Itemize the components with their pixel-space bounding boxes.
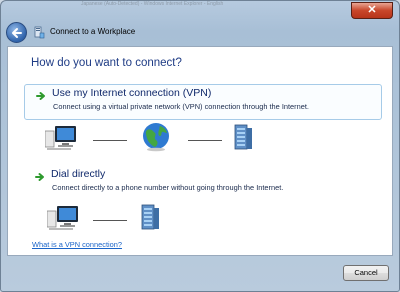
title-bar: Connect to a Workplace xyxy=(5,21,395,45)
caption-buttons: ✕ xyxy=(351,2,393,19)
content-panel: How do you want to connect? Use my Inter… xyxy=(7,46,393,256)
dialog-footer: Cancel xyxy=(7,257,393,287)
cancel-button[interactable]: Cancel xyxy=(343,265,389,281)
vpn-diagram xyxy=(8,122,394,152)
option-dial-description: Connect directly to a phone number witho… xyxy=(52,183,284,192)
globe-icon xyxy=(143,123,169,152)
computer-icon xyxy=(47,206,78,230)
window-title: Connect to a Workplace xyxy=(50,27,136,36)
option-dial-title: Dial directly xyxy=(51,168,106,180)
workplace-network-icon xyxy=(34,26,45,39)
server-icon xyxy=(141,204,159,230)
connection-line xyxy=(188,140,222,141)
option-vpn[interactable]: Use my Internet connection (VPN) Connect… xyxy=(24,84,382,120)
dial-diagram xyxy=(8,202,394,232)
server-icon xyxy=(234,124,252,150)
close-button[interactable]: ✕ xyxy=(351,2,393,19)
dialog-window: Japanese (Auto-Detected) - Windows Inter… xyxy=(0,0,400,292)
green-arrow-icon xyxy=(35,173,44,181)
back-button[interactable] xyxy=(6,22,27,43)
green-arrow-icon xyxy=(36,92,45,100)
option-vpn-title: Use my Internet connection (VPN) xyxy=(52,87,212,99)
connection-line xyxy=(93,220,127,221)
computer-icon xyxy=(45,126,76,150)
page-heading: How do you want to connect? xyxy=(31,57,182,69)
help-link-vpn[interactable]: What is a VPN connection? xyxy=(32,240,122,249)
option-vpn-description: Connect using a virtual private network … xyxy=(53,102,309,111)
option-dial-directly[interactable]: Dial directly Connect directly to a phon… xyxy=(24,166,382,200)
back-arrow-icon xyxy=(12,28,22,38)
connection-line xyxy=(93,140,127,141)
background-app-text: Japanese (Auto-Detected) - Windows Inter… xyxy=(81,1,224,7)
